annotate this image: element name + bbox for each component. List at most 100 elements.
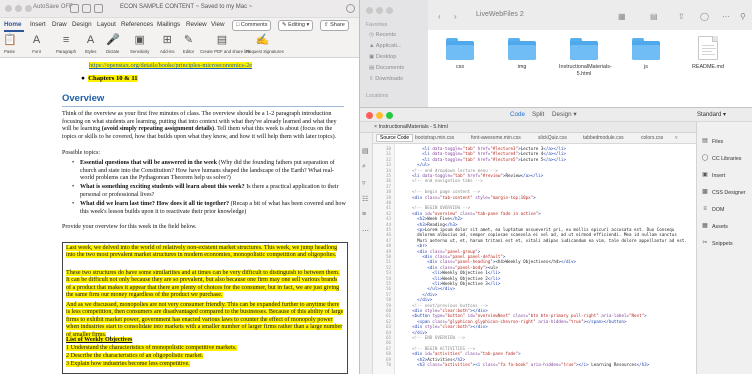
dom-icon: ≡ — [703, 206, 707, 212]
workspace-dropdown[interactable]: Standard ▾ — [697, 111, 726, 118]
folder-icon[interactable] — [508, 38, 536, 60]
line-number: 65 — [385, 335, 391, 340]
group-icon[interactable]: ▤ — [650, 12, 658, 21]
code-line: <h3>Reading</h3> — [417, 221, 458, 227]
forward-arrow-icon[interactable]: › — [454, 12, 457, 21]
panel-snippets[interactable]: ✂ Snippets — [701, 240, 732, 247]
more-actions-icon[interactable]: ⋯ — [722, 12, 730, 21]
share-label: Share — [330, 22, 345, 28]
filter-icon[interactable]: ▿ — [362, 179, 366, 187]
line-number: 68 — [385, 351, 391, 357]
share-icon[interactable]: ⇧ — [678, 12, 685, 21]
tab-references[interactable]: References — [121, 21, 153, 28]
provide-overview-label: Provide your overview for this week in t… — [62, 224, 197, 230]
panel-dom[interactable]: ≡ DOM — [701, 206, 724, 213]
minimize-window-button[interactable] — [15, 5, 22, 12]
openstax-link[interactable]: https://openstax.org/details/books/princ… — [89, 62, 253, 69]
panel-files[interactable]: ▤ Files — [701, 138, 723, 145]
save-icon[interactable] — [82, 4, 91, 13]
search-icon[interactable] — [346, 4, 355, 13]
format-icon[interactable]: ≡ — [362, 211, 366, 218]
tab-view[interactable]: View — [211, 21, 225, 28]
zoom-window-button[interactable] — [25, 5, 32, 12]
tab-layout[interactable]: Layout — [97, 21, 116, 28]
create-pdf-button[interactable]: ▤ Create PDF and share link — [200, 34, 251, 54]
code-view[interactable]: <li data-toggle="tab" href="#lecture3">L… — [395, 144, 696, 374]
finder-close-button[interactable] — [366, 7, 373, 14]
objectives-title: List of Weekly Objectives — [66, 337, 133, 344]
line-number: 32 — [385, 156, 391, 162]
tab-review[interactable]: Review — [186, 21, 207, 28]
tab-insert[interactable]: Insert — [30, 21, 46, 28]
related-file-tab[interactable]: slickQuiz.css — [538, 135, 567, 141]
tab-draw[interactable]: Draw — [52, 21, 67, 28]
related-file-tab[interactable]: colors.css — [641, 135, 663, 141]
sidebar-item-documents[interactable]: ▤ Documents — [369, 65, 404, 71]
related-file-tab[interactable]: font-awesome.min.css — [471, 135, 521, 141]
autosave-toggle[interactable]: AutoSave OFF — [33, 4, 73, 10]
inspect-icon[interactable]: ⌕ — [362, 163, 366, 171]
code-line: <button type="button" id="overviewNext" … — [412, 313, 647, 319]
sidebar-item-applications[interactable]: ▲ Applicati... — [369, 43, 402, 49]
finder-file-area: css img InstructionalMaterials-5.html js… — [428, 30, 752, 107]
tab-home[interactable]: Home — [4, 21, 22, 28]
finder-minimize-button[interactable] — [376, 7, 383, 14]
code-view-button[interactable]: Code — [510, 111, 525, 118]
document-icon[interactable] — [698, 36, 718, 60]
editing-button[interactable]: ✎ Editing ▾ — [278, 20, 314, 31]
finder-zoom-button[interactable] — [386, 7, 393, 14]
sensitivity-button[interactable]: ▣ Sensitivity — [130, 34, 149, 54]
editor-minimize-button[interactable] — [376, 112, 383, 119]
editor-zoom-button[interactable] — [386, 112, 393, 119]
close-window-button[interactable] — [5, 5, 12, 12]
styles-button[interactable]: A Styles — [84, 34, 97, 54]
folder-icon[interactable] — [446, 38, 474, 60]
folder-icon[interactable] — [570, 38, 598, 60]
back-arrow-icon[interactable]: ‹ — [438, 12, 441, 21]
split-view-button[interactable]: Split — [532, 111, 544, 118]
file-icon[interactable]: ▤ — [362, 147, 369, 155]
document-tab[interactable]: × InstructionalMaterials - 5.html — [374, 124, 448, 130]
tab-mailings[interactable]: Mailings — [157, 21, 180, 28]
sidebar-item-recents[interactable]: ◷ Recents — [369, 32, 396, 38]
paragraph-button[interactable]: ≡ Paragraph — [56, 34, 76, 54]
source-code-tab[interactable]: Source Code — [376, 134, 414, 142]
panel-insert[interactable]: ▣ Insert — [701, 172, 725, 179]
folder-icon[interactable] — [632, 38, 660, 60]
favorites-heading: Favorites — [366, 22, 388, 28]
search-icon[interactable]: ⚲ — [740, 12, 746, 21]
editor-button[interactable]: ✎ Editor — [182, 34, 195, 54]
related-file-tab[interactable]: tabbedmodule.css — [583, 135, 624, 141]
grid-view-icon[interactable]: ▦ — [618, 12, 626, 21]
tag-icon[interactable]: ◯ — [700, 12, 709, 21]
sidebar-item-downloads[interactable]: ⇩ Downloads — [369, 76, 403, 82]
editor-close-button[interactable] — [366, 112, 373, 119]
home-icon[interactable] — [70, 4, 79, 13]
share-button[interactable]: ⇧ Share — [320, 20, 349, 31]
panel-assets-label: Assets — [712, 223, 728, 230]
dictate-button[interactable]: 🎤 Dictate — [106, 34, 120, 54]
line-number: 44 — [385, 221, 391, 227]
overview-intro: Think of the overview as your first five… — [62, 111, 346, 141]
editor-titlebar: Code Split Design ▾ Standard ▾ — [360, 108, 752, 122]
document-page[interactable]: https://openstax.org/details/books/princ… — [0, 58, 359, 374]
filter-related-files-icon[interactable]: ▿ — [675, 135, 678, 141]
undo-icon[interactable] — [94, 4, 103, 13]
add-ins-button[interactable]: ⊞ Add-ins — [160, 34, 175, 54]
tab-design[interactable]: Design — [72, 21, 92, 28]
paste-button[interactable]: 📋 Paste — [3, 34, 17, 54]
sidebar-item-desktop[interactable]: ▣ Desktop — [369, 54, 396, 60]
comment-icon[interactable]: ☷ — [362, 195, 368, 203]
font-label: Font — [32, 49, 41, 54]
code-line: <div id="activities" class="tab-pane fad… — [412, 351, 521, 357]
font-button[interactable]: A Font — [30, 34, 43, 54]
design-view-button[interactable]: Design ▾ — [552, 111, 577, 118]
panel-dock: ▤ Files ◯ CC Libraries ▣ Insert ▩ CSS Design… — [696, 122, 752, 374]
panel-assets[interactable]: ▦ Assets — [701, 223, 728, 230]
related-file-tab[interactable]: bootstrap.min.css — [415, 135, 454, 141]
request-signatures-button[interactable]: ✍ Request Signatures — [246, 34, 284, 54]
panel-cc-libraries[interactable]: ◯ CC Libraries — [701, 155, 742, 162]
more-tools-icon[interactable]: ⋯ — [362, 227, 369, 235]
comments-button[interactable]: □ Comments — [232, 20, 272, 31]
panel-css-designer[interactable]: ▩ CSS Designer — [701, 189, 745, 196]
